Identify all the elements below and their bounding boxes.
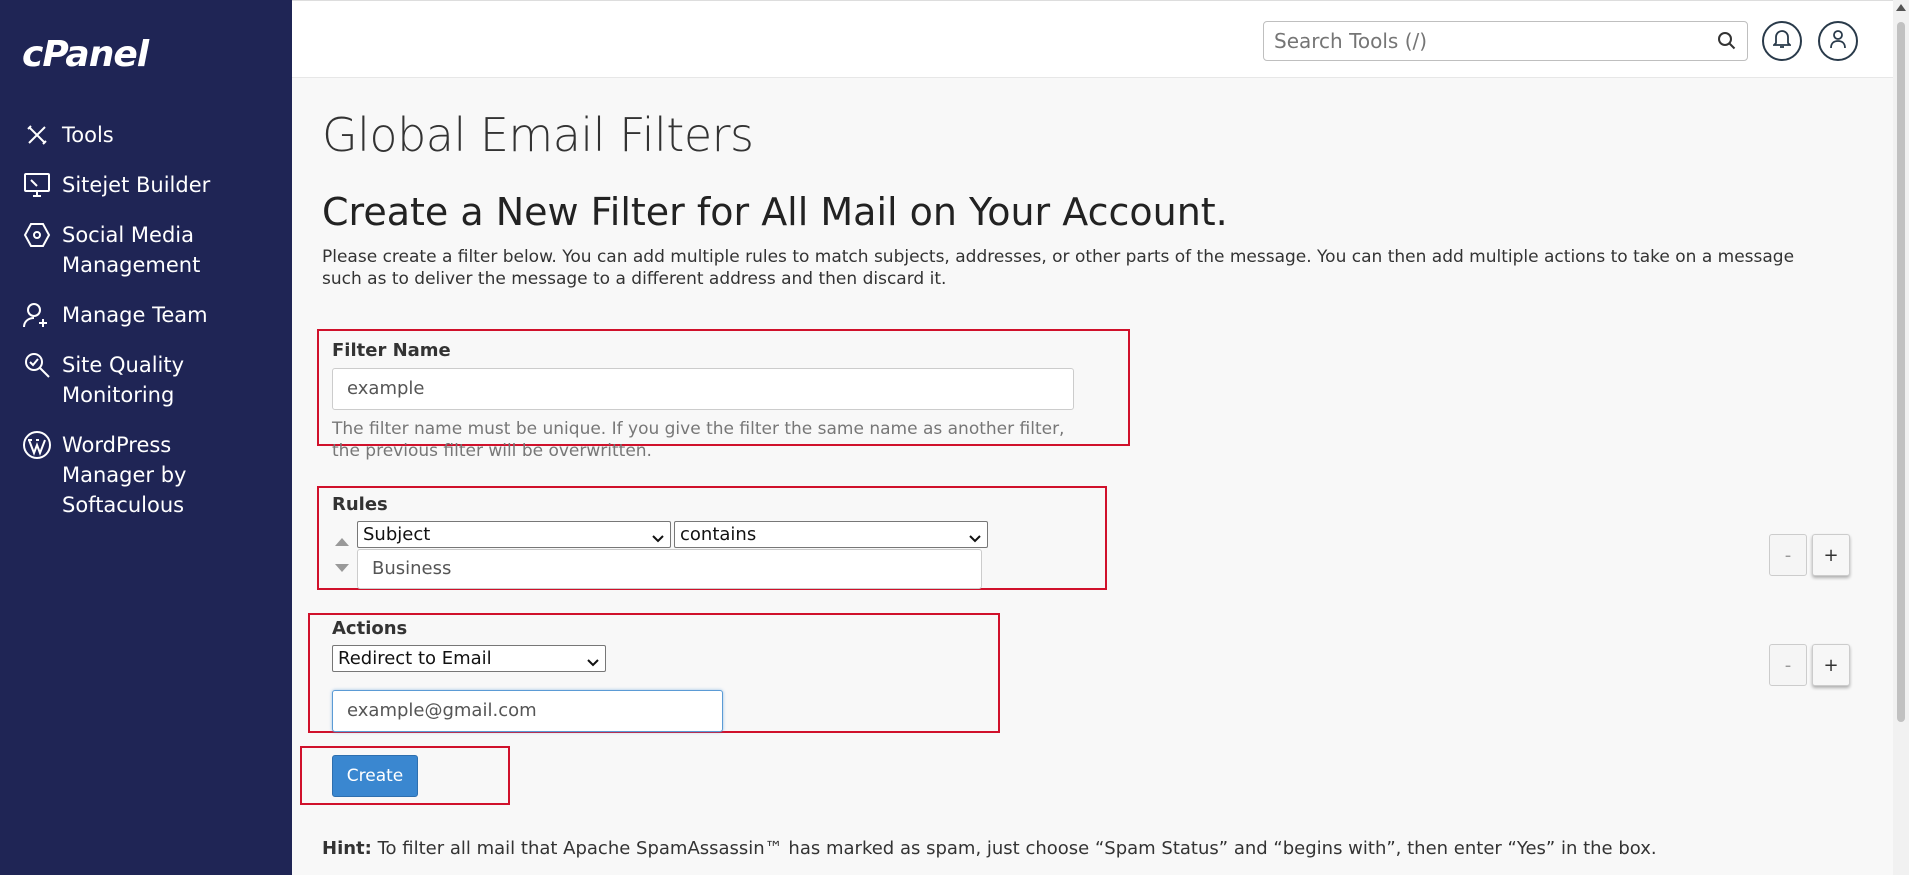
sidebar-item-site-quality-monitoring[interactable]: Site Quality Monitoring	[22, 350, 184, 410]
action-select-value: Redirect to Email	[338, 648, 492, 669]
user-add-icon	[22, 300, 52, 330]
monitor-icon	[22, 170, 52, 200]
rules-label: Rules	[332, 494, 388, 515]
bell-icon	[1771, 29, 1793, 53]
scrollbar-thumb[interactable]	[1897, 22, 1905, 722]
move-rule-up-arrow[interactable]	[335, 538, 349, 546]
sidebar: cPanel Tools Sitejet Builder Social Medi…	[0, 0, 292, 875]
rule-field-select[interactable]: Subject	[357, 521, 671, 548]
cpanel-logo[interactable]: cPanel	[22, 34, 149, 75]
remove-rule-button[interactable]: -	[1769, 534, 1807, 576]
action-select[interactable]: Redirect to Email	[332, 645, 606, 672]
search-box[interactable]	[1263, 21, 1748, 61]
chevron-down-icon	[586, 651, 600, 676]
top-bar	[292, 0, 1909, 78]
sidebar-item-label: WordPress Manager by Softaculous	[62, 433, 187, 517]
hint-label: Hint:	[322, 838, 372, 859]
rule-field-select-value: Subject	[363, 524, 431, 545]
section-title: Create a New Filter for All Mail on Your…	[322, 190, 1228, 234]
sidebar-item-label: Manage Team	[62, 303, 208, 327]
add-action-button[interactable]: +	[1812, 644, 1850, 686]
page-scrollbar[interactable]	[1893, 0, 1909, 875]
rule-value-input[interactable]: Business	[357, 549, 982, 589]
remove-action-button[interactable]: -	[1769, 644, 1807, 686]
add-rule-button[interactable]: +	[1812, 534, 1850, 576]
search-icon[interactable]	[1717, 31, 1737, 55]
search-input[interactable]	[1264, 22, 1704, 60]
actions-label: Actions	[332, 618, 408, 639]
user-icon	[1829, 29, 1847, 53]
sidebar-item-label: Tools	[62, 123, 114, 147]
sidebar-item-tools[interactable]: Tools	[22, 120, 114, 150]
sidebar-item-manage-team[interactable]: Manage Team	[22, 300, 208, 330]
tools-icon	[22, 120, 52, 150]
filter-name-label: Filter Name	[332, 340, 451, 361]
redirect-email-input[interactable]: example@gmail.com	[332, 690, 723, 732]
social-icon	[22, 220, 52, 250]
filter-name-help: The filter name must be unique. If you g…	[332, 419, 1065, 461]
scroll-up-arrow[interactable]	[1896, 4, 1906, 11]
magnifier-check-icon	[22, 350, 52, 380]
sidebar-item-label: Sitejet Builder	[62, 173, 211, 197]
sidebar-item-label: Social Media Management	[62, 223, 201, 277]
sidebar-item-social-media-management[interactable]: Social Media Management	[22, 220, 200, 280]
intro-text: Please create a filter below. You can ad…	[322, 247, 1795, 289]
page-title: Global Email Filters	[322, 108, 754, 162]
hint-text: Hint: To filter all mail that Apache Spa…	[322, 838, 1657, 859]
user-menu-button[interactable]	[1818, 21, 1858, 61]
rule-match-select[interactable]: contains	[674, 521, 988, 548]
move-rule-down-arrow[interactable]	[335, 564, 349, 572]
sidebar-item-wordpress-manager[interactable]: WordPress Manager by Softaculous	[22, 430, 186, 520]
create-button[interactable]: Create	[332, 755, 418, 797]
hint-body: To filter all mail that Apache SpamAssas…	[371, 838, 1657, 859]
filter-name-input[interactable]: example	[332, 368, 1074, 410]
sidebar-item-sitejet-builder[interactable]: Sitejet Builder	[22, 170, 210, 200]
notifications-button[interactable]	[1762, 21, 1802, 61]
sidebar-item-label: Site Quality Monitoring	[62, 353, 185, 407]
rule-match-select-value: contains	[680, 524, 757, 545]
